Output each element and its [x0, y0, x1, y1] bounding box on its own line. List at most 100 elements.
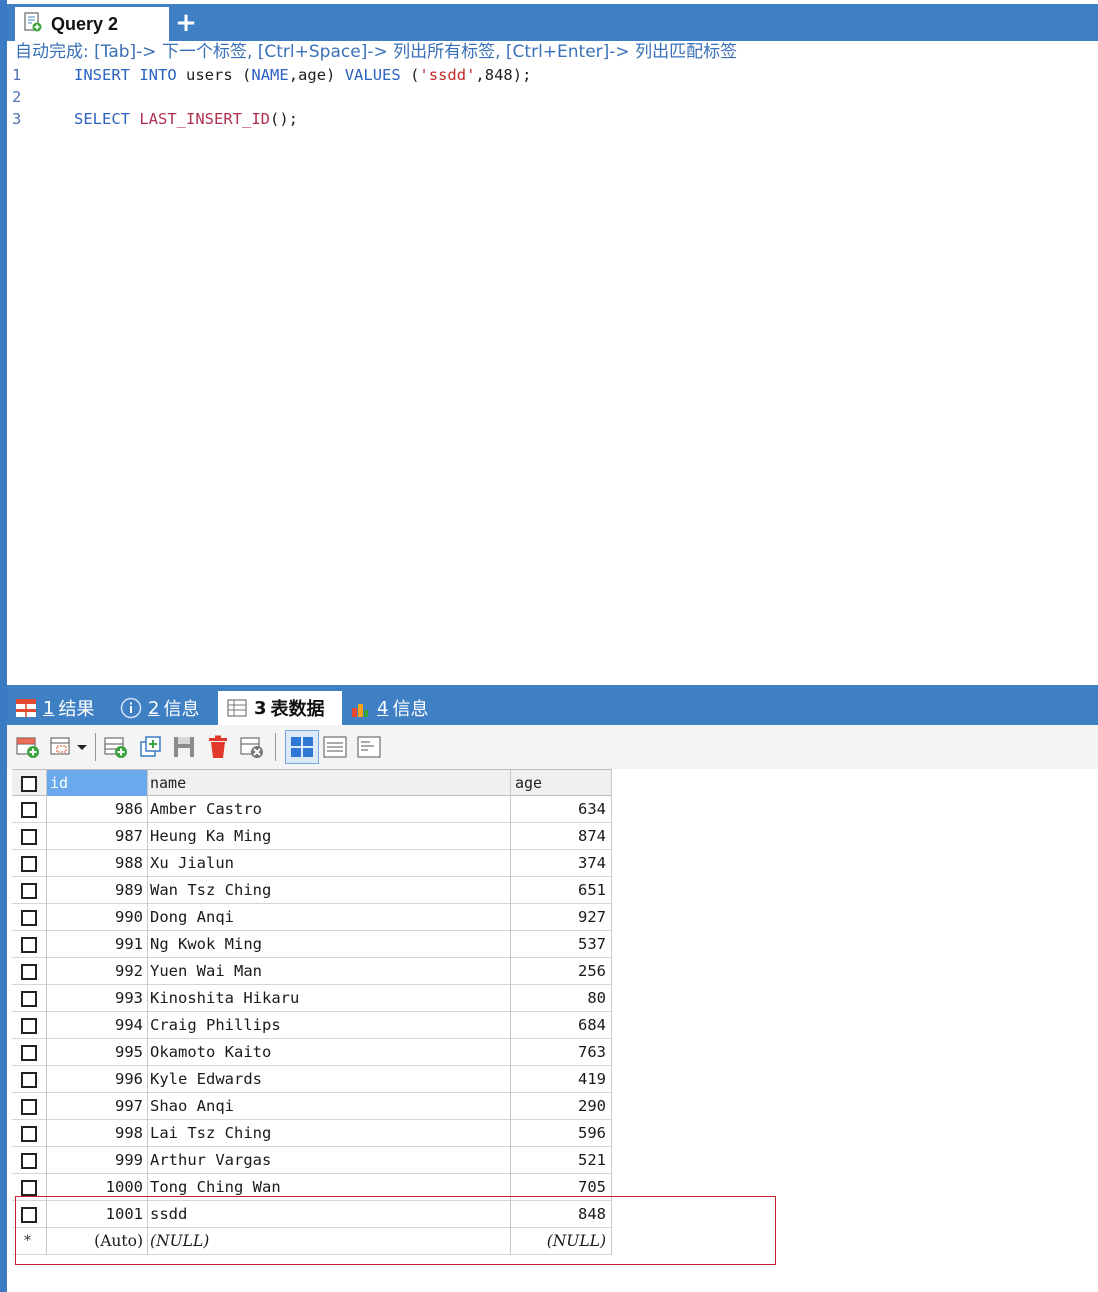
row-select-cell[interactable] [12, 877, 47, 904]
cell-id[interactable]: 990 [47, 904, 148, 931]
cell-id[interactable]: 993 [47, 985, 148, 1012]
cell-id[interactable]: 995 [47, 1039, 148, 1066]
table-row[interactable]: 989 Wan Tsz Ching 651 [12, 877, 612, 904]
table-row[interactable]: 991 Ng Kwok Ming 537 [12, 931, 612, 958]
cell-id[interactable]: 994 [47, 1012, 148, 1039]
table-row[interactable]: 987 Heung Ka Ming 874 [12, 823, 612, 850]
cell-age[interactable]: 537 [511, 931, 612, 958]
cell-age[interactable]: 374 [511, 850, 612, 877]
row-checkbox[interactable] [21, 910, 37, 926]
cell-name[interactable]: Ng Kwok Ming [148, 931, 511, 958]
cell-id[interactable]: 996 [47, 1066, 148, 1093]
cell-age[interactable]: 763 [511, 1039, 612, 1066]
sql-editor[interactable]: 自动完成: [Tab]-> 下一个标签, [Ctrl+Space]-> 列出所有… [7, 41, 1098, 685]
cell-name[interactable]: Amber Castro [148, 796, 511, 823]
row-select-cell[interactable] [12, 823, 47, 850]
cell-name[interactable]: Heung Ka Ming [148, 823, 511, 850]
column-header-id[interactable]: id [47, 770, 148, 797]
cell-id[interactable]: (Auto) [47, 1228, 148, 1255]
insert-row-icon[interactable] [15, 734, 41, 760]
row-checkbox[interactable] [21, 856, 37, 872]
cell-age[interactable]: 705 [511, 1174, 612, 1201]
row-select-cell[interactable] [12, 1012, 47, 1039]
select-all-checkbox[interactable] [21, 776, 37, 792]
row-select-cell[interactable] [12, 985, 47, 1012]
row-checkbox[interactable] [21, 1045, 37, 1061]
cell-name[interactable]: Yuen Wai Man [148, 958, 511, 985]
cell-id[interactable]: 997 [47, 1093, 148, 1120]
new-tab-plus-icon[interactable]: + [173, 6, 199, 40]
row-select-cell[interactable] [12, 796, 47, 823]
cell-id[interactable]: 1000 [47, 1174, 148, 1201]
cell-age[interactable]: 80 [511, 985, 612, 1012]
cell-id[interactable]: 986 [47, 796, 148, 823]
cell-age[interactable]: 290 [511, 1093, 612, 1120]
cell-age[interactable]: 256 [511, 958, 612, 985]
row-select-cell[interactable] [12, 1039, 47, 1066]
table-row[interactable]: 988 Xu Jialun 374 [12, 850, 612, 877]
cell-age[interactable]: 927 [511, 904, 612, 931]
chevron-down-icon[interactable] [75, 734, 89, 760]
cell-id[interactable]: 998 [47, 1120, 148, 1147]
tab-table-data[interactable]: 3 表数据 [218, 691, 342, 725]
cell-age[interactable]: 419 [511, 1066, 612, 1093]
row-checkbox[interactable] [21, 1126, 37, 1142]
table-row[interactable]: 996 Kyle Edwards 419 [12, 1066, 612, 1093]
text-view-icon[interactable] [356, 734, 382, 760]
cell-name[interactable]: ssdd [148, 1201, 511, 1228]
row-checkbox[interactable] [21, 964, 37, 980]
row-select-cell[interactable] [12, 958, 47, 985]
cell-name[interactable]: Shao Anqi [148, 1093, 511, 1120]
row-select-cell[interactable] [12, 1120, 47, 1147]
cell-name[interactable]: Dong Anqi [148, 904, 511, 931]
cell-name[interactable]: Craig Phillips [148, 1012, 511, 1039]
table-row[interactable]: 994 Craig Phillips 684 [12, 1012, 612, 1039]
cell-name[interactable]: Kinoshita Hikaru [148, 985, 511, 1012]
cell-age[interactable]: 874 [511, 823, 612, 850]
row-checkbox[interactable] [21, 937, 37, 953]
delete-row-icon[interactable] [205, 734, 231, 760]
cell-age[interactable]: 596 [511, 1120, 612, 1147]
cell-id[interactable]: 987 [47, 823, 148, 850]
tab-query-2[interactable]: Query 2 [15, 7, 169, 41]
row-select-cell[interactable] [12, 1174, 47, 1201]
table-row[interactable]: 990 Dong Anqi 927 [12, 904, 612, 931]
cell-name[interactable]: Lai Tsz Ching [148, 1120, 511, 1147]
table-row[interactable]: 993 Kinoshita Hikaru 80 [12, 985, 612, 1012]
save-icon[interactable] [171, 734, 197, 760]
row-checkbox[interactable] [21, 1207, 37, 1223]
duplicate-row-icon[interactable] [137, 734, 163, 760]
row-select-cell[interactable] [12, 931, 47, 958]
select-all-cell[interactable] [12, 770, 47, 797]
cell-age[interactable]: 848 [511, 1201, 612, 1228]
row-checkbox[interactable] [21, 829, 37, 845]
filter-columns-icon[interactable] [49, 734, 75, 760]
cell-age[interactable]: 634 [511, 796, 612, 823]
row-checkbox[interactable] [21, 802, 37, 818]
cell-id[interactable]: 989 [47, 877, 148, 904]
add-new-row-icon[interactable] [103, 734, 129, 760]
tab-results[interactable]: 1 结果 [15, 691, 115, 725]
cell-id[interactable]: 992 [47, 958, 148, 985]
cell-id[interactable]: 991 [47, 931, 148, 958]
row-checkbox[interactable] [21, 1072, 37, 1088]
cell-name[interactable]: Wan Tsz Ching [148, 877, 511, 904]
cell-id[interactable]: 1001 [47, 1201, 148, 1228]
row-select-cell[interactable] [12, 904, 47, 931]
cell-id[interactable]: 988 [47, 850, 148, 877]
row-select-cell[interactable] [12, 850, 47, 877]
table-row[interactable]: 999 Arthur Vargas 521 [12, 1147, 612, 1174]
cell-age[interactable]: 521 [511, 1147, 612, 1174]
discard-changes-icon[interactable] [239, 734, 265, 760]
row-select-cell[interactable] [12, 1066, 47, 1093]
cell-age[interactable]: (NULL) [511, 1228, 612, 1255]
tab-info-2[interactable]: 2 信息 [120, 691, 216, 725]
table-row[interactable]: 995 Okamoto Kaito 763 [12, 1039, 612, 1066]
row-select-cell[interactable] [12, 1201, 47, 1228]
row-checkbox[interactable] [21, 991, 37, 1007]
cell-name[interactable]: Arthur Vargas [148, 1147, 511, 1174]
cell-age[interactable]: 684 [511, 1012, 612, 1039]
table-row[interactable]: 1000 Tong Ching Wan 705 [12, 1174, 612, 1201]
cell-id[interactable]: 999 [47, 1147, 148, 1174]
tab-info-4[interactable]: 4 信息 [349, 691, 445, 725]
